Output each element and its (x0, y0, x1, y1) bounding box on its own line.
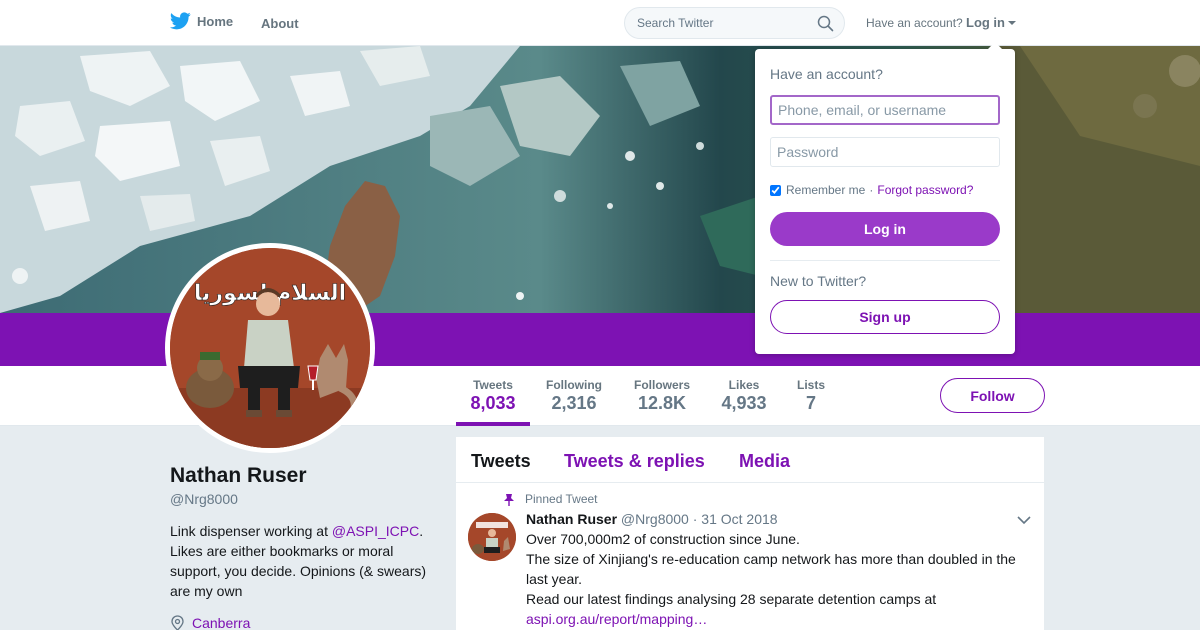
banner-image (0, 46, 1200, 313)
stat-value: 7 (805, 393, 816, 413)
tweet-header: Nathan Ruser @Nrg8000 · 31 Oct 2018 (526, 511, 778, 527)
have-account-text: Have an account? (866, 16, 963, 30)
stat-followers[interactable]: Followers 12.8K (633, 378, 691, 414)
stat-value: 12.8K (637, 393, 687, 413)
search-input[interactable] (637, 16, 807, 30)
dropdown-divider (770, 260, 1000, 261)
twitter-bird-icon (170, 12, 191, 30)
tweet-date[interactable]: · 31 Oct 2018 (693, 511, 778, 527)
stat-following[interactable]: Following 2,316 (545, 378, 603, 414)
location-link[interactable]: Canberra (192, 615, 250, 630)
remember-me-checkbox[interactable] (770, 184, 781, 196)
header-banner (0, 46, 1200, 313)
pinned-label-text: Pinned Tweet (525, 492, 598, 506)
avatar-image: السلام لسوريا (170, 248, 370, 448)
tweet-line: The size of Xinjiang's re-education camp… (526, 551, 1016, 587)
stat-label: Following (546, 378, 602, 392)
profile-name[interactable]: Nathan Ruser (170, 464, 307, 488)
tweet-text: Over 700,000m2 of construction since Jun… (526, 529, 1026, 629)
remember-row: Remember me · Forgot password? (770, 183, 973, 197)
login-dropdown-title: Have an account? (770, 66, 883, 82)
search-box (624, 7, 845, 39)
stat-label: Likes (728, 378, 760, 392)
tab-tweets[interactable]: Tweets (471, 451, 531, 472)
bio-mention-link[interactable]: @ASPI_ICPC (332, 523, 419, 539)
nav-about[interactable]: About (261, 16, 299, 31)
forgot-password-link[interactable]: Forgot password? (877, 183, 973, 197)
tweet-author-handle[interactable]: @Nrg8000 (621, 511, 689, 527)
profile-avatar[interactable]: السلام لسوريا (165, 243, 375, 453)
profile-handle[interactable]: @Nrg8000 (170, 491, 238, 507)
signup-button[interactable]: Sign up (770, 300, 1000, 334)
timeline: Tweets Tweets & replies Media Pinned Twe… (456, 437, 1044, 630)
stat-lists[interactable]: Lists 7 (796, 378, 826, 414)
pinned-tweet-label: Pinned Tweet (503, 492, 598, 506)
search-icon[interactable] (817, 15, 834, 32)
tweet-line: Read our latest findings analysing 28 se… (526, 591, 937, 607)
new-to-twitter-text: New to Twitter? (770, 273, 867, 289)
nav-home[interactable]: Home (170, 12, 233, 30)
profile-location: Canberra (170, 615, 250, 630)
login-button[interactable]: Log in (770, 212, 1000, 246)
stat-value: 8,033 (470, 393, 516, 413)
dropdown-arrow (987, 42, 1003, 50)
stat-label: Tweets (473, 378, 513, 392)
nav-home-label: Home (197, 13, 234, 29)
remember-me-label[interactable]: Remember me (786, 183, 865, 197)
stat-value: 4,933 (721, 393, 767, 413)
separator-dot: · (869, 183, 874, 197)
stat-label: Followers (633, 378, 690, 392)
bio-text: Link dispenser working at (170, 523, 332, 539)
tweet-avatar-image (468, 513, 516, 561)
stat-tweets[interactable]: Tweets 8,033 (470, 378, 516, 414)
tab-media[interactable]: Media (739, 451, 790, 472)
top-nav: Home About Have an account? Log in (0, 0, 1200, 46)
login-link-label: Log in (966, 15, 1005, 30)
tweet-author-name[interactable]: Nathan Ruser (526, 511, 617, 527)
login-dropdown: Have an account? Remember me · Forgot pa… (755, 42, 1015, 354)
avatar-illustration: السلام لسوريا (170, 248, 370, 448)
stat-likes[interactable]: Likes 4,933 (721, 378, 767, 414)
profile-bio: Link dispenser working at @ASPI_ICPC. Li… (170, 521, 440, 601)
password-field[interactable] (770, 137, 1000, 167)
follow-button[interactable]: Follow (940, 378, 1045, 413)
tweet-link[interactable]: aspi.org.au/report/mapping… (526, 609, 1026, 629)
pin-icon (504, 493, 514, 506)
tab-tweets-replies[interactable]: Tweets & replies (564, 451, 705, 472)
tweet-avatar[interactable] (468, 513, 516, 561)
caret-down-icon (1008, 20, 1016, 25)
login-dropdown-toggle[interactable]: Log in (966, 15, 1016, 30)
stat-label: Lists (796, 378, 825, 392)
location-pin-icon (171, 615, 184, 630)
tweet-line: Over 700,000m2 of construction since Jun… (526, 531, 800, 547)
timeline-tabs: Tweets Tweets & replies Media (456, 437, 1044, 483)
username-field[interactable] (770, 95, 1000, 125)
stat-value: 2,316 (551, 393, 597, 413)
chevron-down-icon[interactable] (1017, 515, 1031, 525)
active-stat-underline (456, 422, 530, 426)
